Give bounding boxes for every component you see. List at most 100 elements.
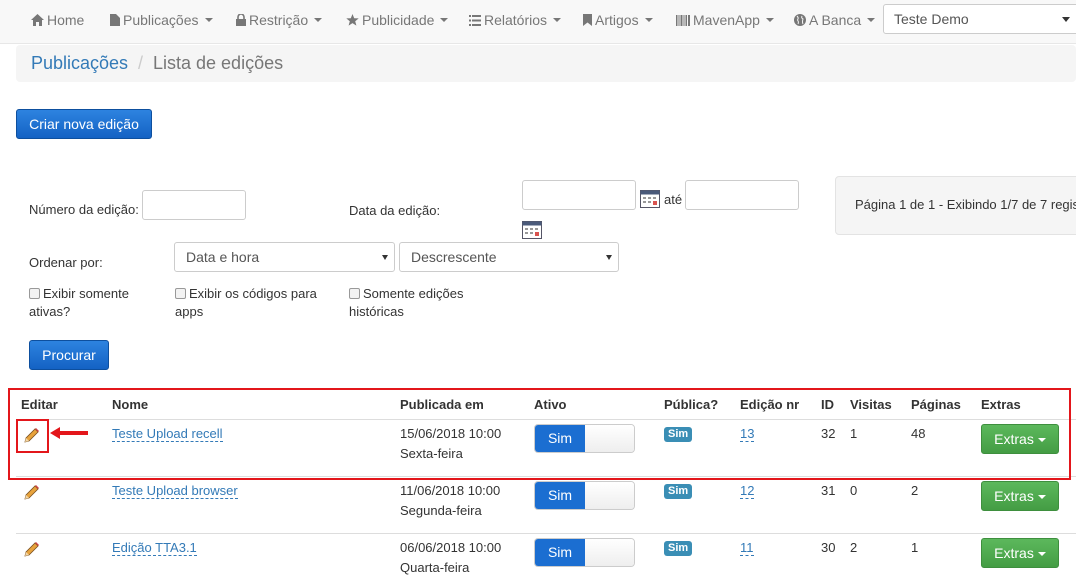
chevron-down-icon [606,255,612,260]
edition-name-link[interactable]: Edição TTA3.1 [112,538,197,558]
caret-down-icon [204,18,213,22]
caret-down-icon [440,18,449,22]
breadcrumb: Publicações / Lista de edições [16,45,1076,82]
nav-abanca[interactable]: A Banca [794,0,876,40]
order-direction-select[interactable]: Descrescente [399,242,619,272]
show-codes-checkbox[interactable] [175,288,186,299]
caret-down-icon [553,18,562,22]
nav-home[interactable]: Home [31,0,84,40]
edition-id: 31 [821,483,836,498]
client-select[interactable]: Teste Demo [883,4,1076,34]
edition-pages: 1 [911,540,919,555]
only-active-label: Exibir somente ativas? [29,286,129,319]
nav-publicacoes-label: Publicações [123,12,199,28]
globe-icon [794,14,806,26]
toggle-on-label: Sim [535,539,585,566]
file-icon [110,14,120,26]
create-edition-button[interactable]: Criar nova edição [16,109,152,139]
edition-pages: 2 [911,483,919,498]
row-divider [16,533,1076,534]
edition-date-label: Data da edição: [349,203,441,218]
nav-mavenapp[interactable]: MavenApp [676,0,774,40]
nav-restricao[interactable]: Restrição [236,0,323,40]
nav-restricao-label: Restrição [249,12,309,28]
toggle-on-label: Sim [535,482,585,509]
calendar-icon[interactable] [522,221,542,239]
extras-button[interactable]: Extras [981,481,1059,511]
barcode-icon [676,14,690,26]
search-button[interactable]: Procurar [29,340,109,370]
only-active-checkbox[interactable] [29,288,40,299]
client-select-value: Teste Demo [894,11,969,27]
edition-visits: 0 [850,483,858,498]
nav-artigos[interactable]: Artigos [583,0,653,40]
pencil-icon[interactable] [22,541,40,559]
extras-label: Extras [994,545,1034,561]
bookmark-icon [583,14,592,26]
published-date: 11/06/2018 10:00 [400,483,501,498]
order-by-label: Ordenar por: [29,255,103,270]
nav-home-label: Home [47,12,85,28]
caret-down-icon [644,18,653,22]
caret-down-icon [314,18,323,22]
lock-icon [236,14,246,26]
nav-publicidade[interactable]: Publicidade [346,0,449,40]
public-badge: Sim [664,541,693,556]
historic-checkbox[interactable] [349,288,360,299]
published-weekday: Quarta-feira [400,560,470,575]
nav-relatorios[interactable]: Relatórios [469,0,562,40]
home-icon [31,14,44,26]
caret-down-icon [867,18,876,22]
date-to-input[interactable] [685,180,799,210]
historic-label: Somente edições históricas [349,286,464,319]
edition-name[interactable]: Teste Upload browser [112,483,238,499]
highlight-box [8,388,1071,480]
nav-publicacoes[interactable]: Publicações [110,0,213,40]
order-field-value: Data e hora [186,249,260,265]
star-icon [346,14,359,26]
order-field-select[interactable]: Data e hora [174,242,395,272]
highlight-edit-box [16,419,49,453]
toggle-off-handle [585,539,634,566]
edition-number-label: Número da edição: [29,202,139,217]
show-codes-option[interactable]: Exibir os códigos para apps [175,285,330,321]
edition-number-link[interactable]: 11 [740,538,754,558]
edition-number[interactable]: 11 [740,540,754,556]
until-label: até [664,192,683,207]
list-icon [469,14,481,26]
edition-name-link[interactable]: Teste Upload browser [112,481,238,501]
edition-number-input[interactable] [142,190,246,220]
breadcrumb-current: Lista de edições [153,53,284,73]
nav-mavenapp-label: MavenApp [693,12,760,28]
extras-label: Extras [994,488,1034,504]
breadcrumb-separator: / [138,53,144,73]
nav-abanca-label: A Banca [809,12,862,28]
pagination-text: Página 1 de 1 - Exibindo 1/7 de 7 regist… [855,197,1076,212]
active-toggle[interactable]: Sim [534,538,635,567]
nav-publicidade-label: Publicidade [362,12,435,28]
historic-option[interactable]: Somente edições históricas [349,285,479,321]
pencil-icon[interactable] [22,484,40,502]
extras-button[interactable]: Extras [981,538,1059,568]
show-codes-label: Exibir os códigos para apps [175,286,317,319]
edition-number[interactable]: 12 [740,483,755,499]
date-from-input[interactable] [522,180,636,210]
published-weekday: Segunda-feira [400,503,482,518]
edition-number-link[interactable]: 12 [740,481,755,501]
calendar-icon[interactable] [640,190,660,208]
edition-visits: 2 [850,540,858,555]
public-badge: Sim [664,484,693,499]
edition-name[interactable]: Edição TTA3.1 [112,540,197,556]
only-active-option[interactable]: Exibir somente ativas? [29,285,154,321]
nav-relatorios-label: Relatórios [484,12,548,28]
chevron-down-icon [382,255,388,260]
pagination-info: Página 1 de 1 - Exibindo 1/7 de 7 regist… [835,176,1076,235]
chevron-down-icon [1062,17,1070,22]
published-date: 06/06/2018 10:00 [400,540,502,555]
caret-down-icon [765,18,774,22]
active-toggle[interactable]: Sim [534,481,635,510]
nav-artigos-label: Artigos [595,12,639,28]
order-direction-value: Descrescente [411,249,497,265]
arrow-left-icon [50,427,88,439]
breadcrumb-publicacoes-link[interactable]: Publicações [31,53,128,74]
